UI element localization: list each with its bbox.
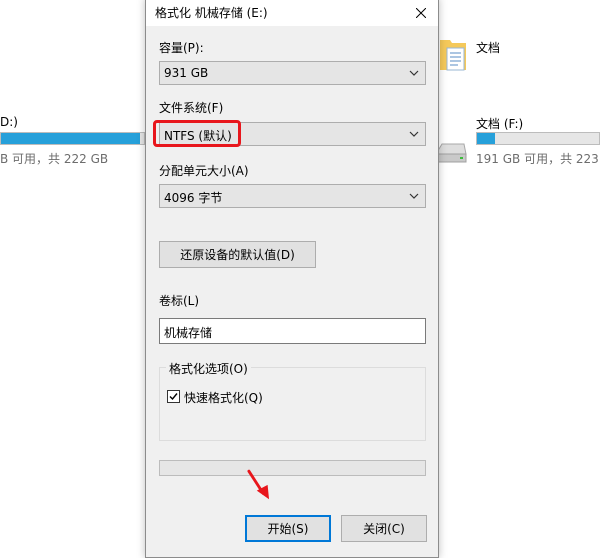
left-drive-space: B 可用，共 222 GB <box>0 152 109 166</box>
right-drive-usage-bar <box>476 132 600 145</box>
quick-format-label[interactable]: 快速格式化(Q) <box>184 389 263 406</box>
capacity-value: 931 GB <box>164 66 209 80</box>
right-drive-label[interactable]: 文档 (F:) <box>476 115 523 132</box>
filesystem-select[interactable]: NTFS (默认) <box>159 122 426 146</box>
chevron-down-icon <box>409 193 419 199</box>
allocation-value: 4096 字节 <box>164 191 223 205</box>
allocation-select[interactable]: 4096 字节 <box>159 184 426 208</box>
document-folder-icon[interactable] <box>438 34 468 74</box>
close-icon <box>416 7 426 18</box>
checkmark-icon <box>169 393 178 401</box>
volume-label-caption: 卷标(L) <box>159 294 200 308</box>
capacity-select[interactable]: 931 GB <box>159 61 426 85</box>
format-progress-bar <box>159 460 426 476</box>
dialog-close-button[interactable] <box>404 0 438 26</box>
filesystem-label: 文件系统(F) <box>159 101 224 115</box>
chevron-down-icon <box>409 70 419 76</box>
capacity-label: 容量(P): <box>159 41 204 55</box>
restore-defaults-button[interactable]: 还原设备的默认值(D) <box>159 241 316 268</box>
dialog-title: 格式化 机械存储 (E:) <box>155 6 268 20</box>
quick-format-checkbox[interactable] <box>167 390 180 403</box>
format-dialog: 格式化 机械存储 (E:) 容量(P): 931 GB 文件系统(F) NTFS… <box>145 0 439 558</box>
documents-folder-label[interactable]: 文档 <box>476 39 500 56</box>
chevron-down-icon <box>409 131 419 137</box>
left-drive-label[interactable]: D:) <box>0 115 18 129</box>
format-options-title: 格式化选项(O) <box>166 360 251 377</box>
filesystem-value: NTFS (默认) <box>164 129 232 143</box>
volume-label-input[interactable]: 机械存储 <box>159 318 426 344</box>
left-drive-usage-bar <box>0 132 145 145</box>
volume-label-value: 机械存储 <box>164 326 213 340</box>
start-button[interactable]: 开始(S) <box>245 515 331 542</box>
dialog-titlebar[interactable]: 格式化 机械存储 (E:) <box>146 0 438 26</box>
right-drive-space: 191 GB 可用，共 223 G <box>476 152 600 166</box>
close-button[interactable]: 关闭(C) <box>341 515 427 542</box>
hard-drive-icon[interactable] <box>434 136 468 166</box>
allocation-label: 分配单元大小(A) <box>159 164 249 178</box>
